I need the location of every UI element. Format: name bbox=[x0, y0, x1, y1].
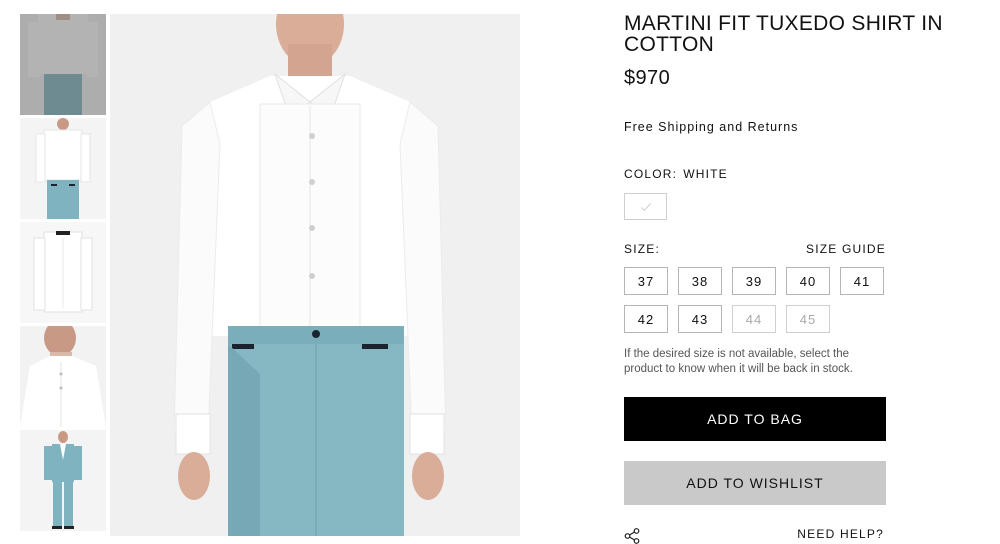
thumbnail-3[interactable] bbox=[20, 222, 106, 323]
check-icon bbox=[640, 202, 651, 211]
size-option[interactable]: 43 bbox=[678, 305, 722, 333]
color-swatch-white[interactable] bbox=[624, 193, 667, 220]
thumbnail-list bbox=[20, 14, 106, 534]
size-guide-link[interactable]: SIZE GUIDE bbox=[806, 242, 886, 256]
add-to-wishlist-button[interactable]: ADD TO WISHLIST bbox=[624, 461, 886, 505]
size-option[interactable]: 37 bbox=[624, 267, 668, 295]
size-option-unavailable[interactable]: 44 bbox=[732, 305, 776, 333]
size-availability-note: If the desired size is not available, se… bbox=[624, 348, 853, 375]
thumbnail-2[interactable] bbox=[20, 118, 106, 219]
size-option[interactable]: 38 bbox=[678, 267, 722, 295]
size-option[interactable]: 39 bbox=[732, 267, 776, 295]
color-label: COLOR: bbox=[624, 167, 678, 181]
thumbnail-1[interactable] bbox=[20, 14, 106, 115]
need-help-link[interactable]: NEED HELP? bbox=[797, 527, 884, 541]
size-options: 37 38 39 40 41 42 43 44 45 bbox=[624, 267, 894, 343]
size-option[interactable]: 40 bbox=[786, 267, 830, 295]
add-to-bag-button[interactable]: ADD TO BAG bbox=[624, 397, 886, 441]
thumbnail-5[interactable] bbox=[20, 430, 106, 531]
product-title: MARTINI FIT TUXEDO SHIRT IN COTTON bbox=[624, 12, 943, 56]
size-option-unavailable[interactable]: 45 bbox=[786, 305, 830, 333]
size-label: SIZE: bbox=[624, 242, 661, 256]
color-selector-label: COLOR: WHITE bbox=[624, 167, 728, 181]
thumbnail-4[interactable] bbox=[20, 326, 106, 427]
share-icon[interactable] bbox=[624, 528, 640, 544]
shipping-info: Free Shipping and Returns bbox=[624, 120, 799, 134]
product-price: $970 bbox=[624, 67, 671, 89]
size-option[interactable]: 41 bbox=[840, 267, 884, 295]
main-product-image[interactable] bbox=[110, 14, 520, 536]
color-value: WHITE bbox=[683, 167, 728, 181]
size-option[interactable]: 42 bbox=[624, 305, 668, 333]
